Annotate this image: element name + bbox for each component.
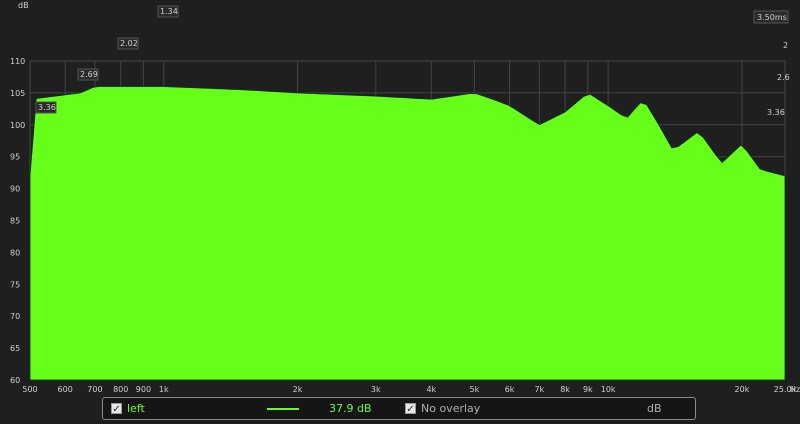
waterfall-slices [29, 86, 786, 381]
x-tick-label: 7k [534, 385, 544, 394]
series-value: 37.9 dB [329, 402, 372, 415]
time-label: 2.02 [120, 39, 138, 48]
right-depth-label: 2.6 [777, 73, 790, 82]
series-label: left [127, 402, 145, 415]
y-tick-label: 105 [10, 89, 25, 98]
waterfall-slice [29, 86, 786, 381]
legend-bar: ✓ left 37.9 dB ✓ No overlay dB [102, 397, 696, 420]
legend-unit: dB [647, 402, 662, 415]
x-tick-label: 800 [113, 385, 128, 394]
x-tick-label: 4k [426, 385, 436, 394]
x-tick-label: 600 [58, 385, 73, 394]
time-end-label: 3.50ms [757, 13, 787, 22]
x-tick-label: 2k [293, 385, 303, 394]
x-unit-label: Hz [790, 385, 800, 394]
overlay-label: No overlay [421, 402, 481, 415]
y-tick-label: 95 [10, 153, 20, 162]
x-tick-label: 9k [583, 385, 593, 394]
x-tick-label: 6k [505, 385, 515, 394]
overlay-checkbox[interactable]: ✓ [405, 403, 416, 415]
x-tick-label: 10k [601, 385, 616, 394]
x-tick-label: 700 [87, 385, 102, 394]
y-tick-label: 65 [10, 344, 20, 353]
x-tick-label: 1k [159, 385, 169, 394]
y-unit-label: dB [18, 1, 29, 10]
time-label: 3.36 [38, 103, 56, 112]
y-tick-label: 70 [10, 312, 20, 321]
y-tick-label: 85 [10, 217, 20, 226]
right-depth-label: 3.36 [767, 108, 785, 117]
y-tick-label: 60 [10, 376, 20, 385]
time-label: 2.69 [80, 70, 98, 79]
series-color-swatch [267, 408, 299, 410]
y-tick-label: 100 [10, 121, 25, 130]
y-tick-label: 80 [10, 248, 20, 257]
x-tick-label: 5k [470, 385, 480, 394]
y-tick-label: 90 [10, 185, 20, 194]
waterfall-plot: 110 105 100 95 90 85 80 75 70 65 60 dB 500 600 700 800 9… [10, 1, 800, 394]
left-series-checkbox[interactable]: ✓ [111, 403, 122, 415]
x-tick-label: 8k [560, 385, 570, 394]
x-tick-label: 3k [371, 385, 381, 394]
x-tick-label: 900 [136, 385, 151, 394]
right-depth-label: 2 [783, 41, 788, 50]
time-label: 1.34 [160, 7, 178, 16]
x-tick-label: 500 [22, 385, 37, 394]
y-tick-label: 110 [10, 57, 25, 66]
y-tick-label: 75 [10, 280, 20, 289]
x-tick-label: 20k [735, 385, 750, 394]
